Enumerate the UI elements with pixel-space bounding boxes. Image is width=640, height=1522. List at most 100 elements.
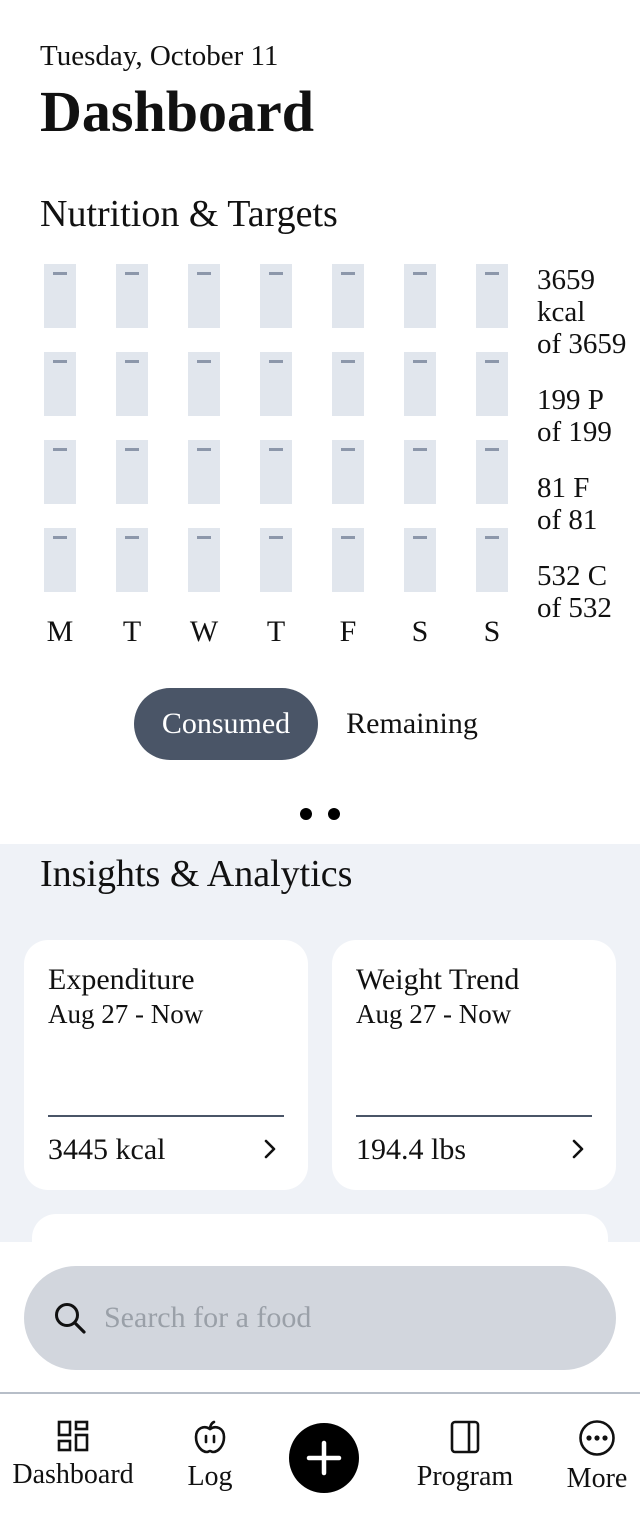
macro-carbs-target: of 532: [537, 592, 612, 624]
card-date-range: Aug 27 - Now: [48, 999, 204, 1029]
tab-label: Dashboard: [12, 1459, 134, 1490]
nutrition-day-cell[interactable]: [260, 440, 292, 504]
page-indicator[interactable]: [300, 808, 340, 820]
nutrition-day-cell[interactable]: [404, 352, 436, 416]
nutrition-day-cell[interactable]: [332, 528, 364, 592]
nutrition-day-cell[interactable]: [404, 264, 436, 328]
card-trend-line: [356, 1115, 592, 1117]
empty-value-dash: [485, 448, 499, 451]
insights-section-title: Insights & Analytics: [40, 853, 353, 895]
nutrition-day-cell[interactable]: [44, 440, 76, 504]
nutrition-day-cell[interactable]: [332, 352, 364, 416]
consumed-toggle-button[interactable]: Consumed: [134, 688, 318, 760]
empty-value-dash: [485, 536, 499, 539]
empty-value-dash: [341, 360, 355, 363]
nutrition-day-cell[interactable]: [476, 264, 508, 328]
nutrition-day-cell[interactable]: [44, 528, 76, 592]
empty-value-dash: [269, 536, 283, 539]
card-date-range: Aug 27 - Now: [356, 999, 512, 1029]
empty-value-dash: [341, 448, 355, 451]
nutrition-day-cell[interactable]: [44, 352, 76, 416]
day-label: T: [266, 615, 286, 648]
empty-value-dash: [53, 536, 67, 539]
chevron-right-icon[interactable]: [570, 1138, 586, 1160]
macro-carbs-value: 532 C: [537, 560, 608, 592]
nutrition-day-cell[interactable]: [116, 264, 148, 328]
expenditure-card[interactable]: Expenditure Aug 27 - Now 3445 kcal: [24, 940, 308, 1190]
apple-icon: [194, 1420, 226, 1454]
header: Tuesday, October 11 Dashboard: [40, 38, 314, 144]
nutrition-day-cell[interactable]: [332, 440, 364, 504]
tab-bar-divider: [0, 1392, 640, 1394]
nutrition-section-title: Nutrition & Targets: [40, 193, 338, 235]
page-dot[interactable]: [300, 808, 312, 820]
empty-value-dash: [269, 448, 283, 451]
food-search-input[interactable]: [104, 1294, 584, 1342]
nutrition-day-cell[interactable]: [404, 528, 436, 592]
nutrition-day-cell[interactable]: [476, 352, 508, 416]
nutrition-day-cell[interactable]: [404, 440, 436, 504]
empty-value-dash: [125, 272, 139, 275]
macro-fat-target: of 81: [537, 504, 598, 536]
day-label: F: [339, 615, 357, 648]
nutrition-day-cell[interactable]: [116, 528, 148, 592]
tab-more[interactable]: More: [560, 1420, 634, 1496]
tab-label: Program: [416, 1461, 514, 1492]
macro-fat: 81 F of 81: [537, 472, 597, 536]
empty-value-dash: [413, 360, 427, 363]
nutrition-day-cell[interactable]: [332, 264, 364, 328]
card-value: 194.4 lbs: [356, 1133, 467, 1166]
empty-value-dash: [53, 360, 67, 363]
tab-label: More: [566, 1463, 628, 1494]
add-button[interactable]: [289, 1423, 359, 1493]
dashboard-icon: [57, 1420, 89, 1452]
empty-value-dash: [341, 536, 355, 539]
nutrition-day-cell[interactable]: [260, 352, 292, 416]
macro-fat-value: 81 F: [537, 472, 590, 504]
macro-calories-value: 3659: [537, 264, 595, 296]
macro-protein: 199 P of 199: [537, 384, 612, 448]
empty-value-dash: [197, 272, 211, 275]
empty-value-dash: [413, 272, 427, 275]
empty-value-dash: [413, 536, 427, 539]
nutrition-day-cell[interactable]: [188, 264, 220, 328]
nutrition-day-cell[interactable]: [44, 264, 76, 328]
nutrition-day-cell[interactable]: [116, 352, 148, 416]
macro-calories-target: of 3659: [537, 328, 627, 360]
nutrition-day-cell[interactable]: [188, 352, 220, 416]
tab-program[interactable]: Program: [408, 1420, 522, 1494]
empty-value-dash: [197, 536, 211, 539]
weight-trend-card[interactable]: Weight Trend Aug 27 - Now 194.4 lbs: [332, 940, 616, 1190]
empty-value-dash: [53, 448, 67, 451]
nutrition-day-cell[interactable]: [260, 264, 292, 328]
card-value: 3445 kcal: [48, 1133, 166, 1166]
nutrition-day-cell[interactable]: [116, 440, 148, 504]
empty-value-dash: [125, 360, 139, 363]
macro-calories-unit: kcal: [537, 296, 586, 328]
tab-label: Log: [187, 1461, 233, 1492]
day-label: T: [122, 615, 142, 648]
card-trend-line: [48, 1115, 284, 1117]
tab-dashboard[interactable]: Dashboard: [10, 1420, 136, 1492]
nutrition-day-cell[interactable]: [476, 528, 508, 592]
chevron-right-icon[interactable]: [262, 1138, 278, 1160]
more-icon: [579, 1420, 615, 1456]
nutrition-day-cell[interactable]: [260, 528, 292, 592]
nutrition-day-cell[interactable]: [188, 528, 220, 592]
day-label: M: [46, 615, 74, 648]
remaining-toggle-button[interactable]: Remaining: [322, 688, 502, 760]
empty-value-dash: [485, 360, 499, 363]
page-dot[interactable]: [328, 808, 340, 820]
empty-value-dash: [125, 536, 139, 539]
macro-protein-value: 199 P: [537, 384, 604, 416]
tab-log[interactable]: Log: [170, 1420, 250, 1494]
nutrition-day-cell[interactable]: [476, 440, 508, 504]
plus-icon: [306, 1440, 342, 1476]
empty-value-dash: [269, 272, 283, 275]
food-search-bar[interactable]: [24, 1266, 616, 1370]
empty-value-dash: [197, 448, 211, 451]
empty-value-dash: [269, 360, 283, 363]
card-title: Expenditure: [48, 963, 195, 996]
empty-value-dash: [53, 272, 67, 275]
nutrition-day-cell[interactable]: [188, 440, 220, 504]
